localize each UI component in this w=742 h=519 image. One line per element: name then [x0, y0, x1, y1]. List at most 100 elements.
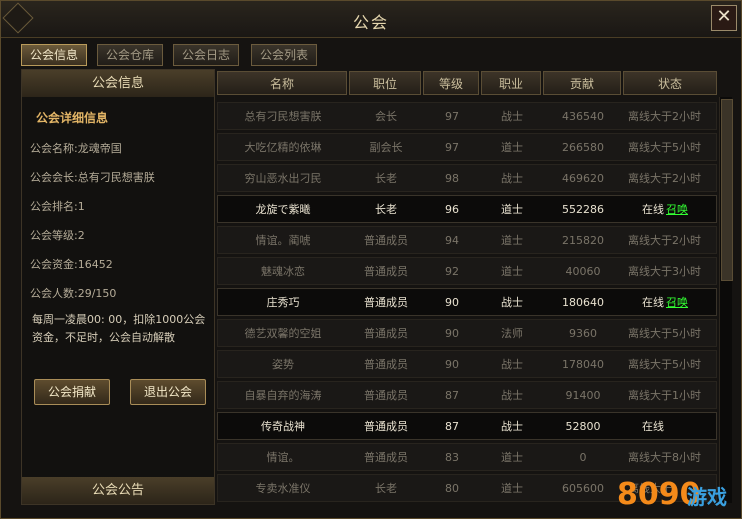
tab-guild-log[interactable]: 公会日志 — [173, 44, 239, 66]
member-status: 离线大于2小时 — [628, 234, 701, 247]
member-position: 长老 — [375, 203, 397, 216]
member-table: 名称 职位 等级 职业 贡献 状态 总有刁民想害朕 会长 97 战士 436540 离线大… — [217, 69, 717, 503]
guild-name: 公会名称:龙魂帝国 — [30, 142, 122, 155]
member-level: 92 — [445, 265, 459, 278]
member-level: 94 — [445, 234, 459, 247]
member-class: 道士 — [501, 141, 523, 154]
member-contribution: 266580 — [562, 141, 604, 154]
member-position: 普通成员 — [364, 420, 408, 433]
summon-link[interactable]: 召唤 — [666, 196, 688, 224]
member-class: 战士 — [501, 420, 523, 433]
table-row[interactable]: 庄秀巧 普通成员 90 战士 180640 在线 召唤 — [217, 288, 717, 316]
tab-guild-info[interactable]: 公会信息 — [21, 44, 87, 66]
member-position: 普通成员 — [364, 234, 408, 247]
member-contribution: 180640 — [562, 296, 604, 309]
member-name: 德艺双馨的空姐 — [244, 327, 322, 340]
member-contribution: 40060 — [565, 265, 601, 278]
table-row[interactable]: 情谊。蔺唬 普通成员 94 道士 215820 离线大于2小时 — [217, 226, 717, 254]
member-position: 长老 — [375, 172, 397, 185]
col-header-status[interactable]: 状态 — [623, 71, 717, 95]
member-class: 战士 — [501, 172, 523, 185]
member-position: 普通成员 — [364, 358, 408, 371]
member-contribution: 436540 — [562, 110, 604, 123]
member-class: 道士 — [501, 203, 523, 216]
member-class: 道士 — [501, 265, 523, 278]
guild-rank: 公会排名:1 — [30, 200, 85, 213]
member-level: 96 — [445, 203, 459, 216]
member-level: 90 — [445, 296, 459, 309]
member-level: 90 — [445, 327, 459, 340]
donate-button[interactable]: 公会捐献 — [34, 379, 110, 405]
table-row[interactable]: 自暴自弃的海涛 普通成员 87 战士 91400 离线大于1小时 — [217, 381, 717, 409]
member-status: 在线 — [642, 296, 664, 309]
col-header-level[interactable]: 等级 — [423, 71, 479, 95]
tab-guild-list[interactable]: 公会列表 — [251, 44, 317, 66]
member-position: 长老 — [375, 482, 397, 495]
scrollbar-thumb[interactable] — [721, 99, 733, 281]
col-header-position[interactable]: 职位 — [349, 71, 421, 95]
member-name: 自暴自弃的海涛 — [244, 389, 322, 402]
member-contribution: 52800 — [565, 420, 601, 433]
member-name: 姿势 — [272, 358, 294, 371]
guild-info-panel: 公会信息 公会详细信息 公会名称:龙魂帝国 公会会长:总有刁民想害朕 公会排名:… — [21, 69, 215, 505]
member-contribution: 469620 — [562, 172, 604, 185]
guild-announcement-header[interactable]: 公会公告 — [22, 477, 214, 504]
member-class: 道士 — [501, 451, 523, 464]
member-name: 总有刁民想害朕 — [244, 110, 322, 123]
member-contribution: 0 — [579, 451, 587, 464]
table-row[interactable]: 姿势 普通成员 90 战士 178040 离线大于5小时 — [217, 350, 717, 378]
table-row[interactable]: 穷山恶水出刁民 长老 98 战士 469620 离线大于2小时 — [217, 164, 717, 192]
member-level: 87 — [445, 389, 459, 402]
member-class: 法师 — [501, 327, 523, 340]
member-name: 庄秀巧 — [266, 296, 300, 309]
member-level: 87 — [445, 420, 459, 433]
member-status: 离线大于3小时 — [628, 265, 701, 278]
col-header-name[interactable]: 名称 — [217, 71, 347, 95]
member-status: 在线 — [642, 420, 664, 433]
tab-guild-storage[interactable]: 公会仓库 — [97, 44, 163, 66]
member-status: 离线大于2小时 — [628, 110, 701, 123]
col-header-class[interactable]: 职业 — [481, 71, 541, 95]
detail-title: 公会详细信息 — [36, 111, 109, 125]
site-watermark: 8090 游戏 — [617, 459, 741, 518]
table-row[interactable]: 总有刁民想害朕 会长 97 战士 436540 离线大于2小时 — [217, 102, 717, 130]
scrollbar[interactable] — [719, 97, 733, 503]
guild-funds: 公会资金:16452 — [30, 258, 113, 271]
member-level: 98 — [445, 172, 459, 185]
member-position: 会长 — [375, 110, 397, 123]
member-status: 在线 — [642, 203, 664, 216]
table-row[interactable]: 魅魂冰恋 普通成员 92 道士 40060 离线大于3小时 — [217, 257, 717, 285]
window-title: 公会 — [352, 13, 389, 32]
member-name: 情谊。 — [266, 451, 300, 464]
member-level: 97 — [445, 110, 459, 123]
dissolve-notice: 每周一凌晨00: 00，扣除1000公会资金，不足时，公会自动解散 — [32, 313, 206, 344]
close-icon[interactable]: ✕ — [711, 5, 737, 31]
member-class: 战士 — [501, 296, 523, 309]
table-row[interactable]: 传奇战神 普通成员 87 战士 52800 在线 — [217, 412, 717, 440]
table-row[interactable]: 大吃亿精的依琳 副会长 97 道士 266580 离线大于5小时 — [217, 133, 717, 161]
member-level: 80 — [445, 482, 459, 495]
member-contribution: 215820 — [562, 234, 604, 247]
member-contribution: 91400 — [565, 389, 601, 402]
member-status: 离线大于5小时 — [628, 141, 701, 154]
table-row[interactable]: 龙旋で紫曦 长老 96 道士 552286 在线 召唤 — [217, 195, 717, 223]
member-status: 离线大于1小时 — [628, 389, 701, 402]
member-name: 情谊。蔺唬 — [255, 234, 311, 247]
member-name: 大吃亿精的依琳 — [244, 141, 322, 154]
member-level: 97 — [445, 141, 459, 154]
info-panel-header: 公会信息 — [22, 70, 214, 97]
col-header-contribution[interactable]: 贡献 — [543, 71, 621, 95]
member-position: 普通成员 — [364, 265, 408, 278]
member-status: 离线大于5小时 — [628, 358, 701, 371]
member-contribution: 178040 — [562, 358, 604, 371]
member-position: 普通成员 — [364, 296, 408, 309]
summon-link[interactable]: 召唤 — [666, 289, 688, 317]
member-level: 83 — [445, 451, 459, 464]
member-name: 龙旋で紫曦 — [255, 203, 311, 216]
watermark-text: 游戏 — [687, 485, 727, 509]
member-contribution: 605600 — [562, 482, 604, 495]
title-bar: 公会 ✕ — [1, 1, 741, 38]
leave-guild-button[interactable]: 退出公会 — [130, 379, 206, 405]
table-row[interactable]: 德艺双馨的空姐 普通成员 90 法师 9360 离线大于5小时 — [217, 319, 717, 347]
guild-level: 公会等级:2 — [30, 229, 85, 242]
